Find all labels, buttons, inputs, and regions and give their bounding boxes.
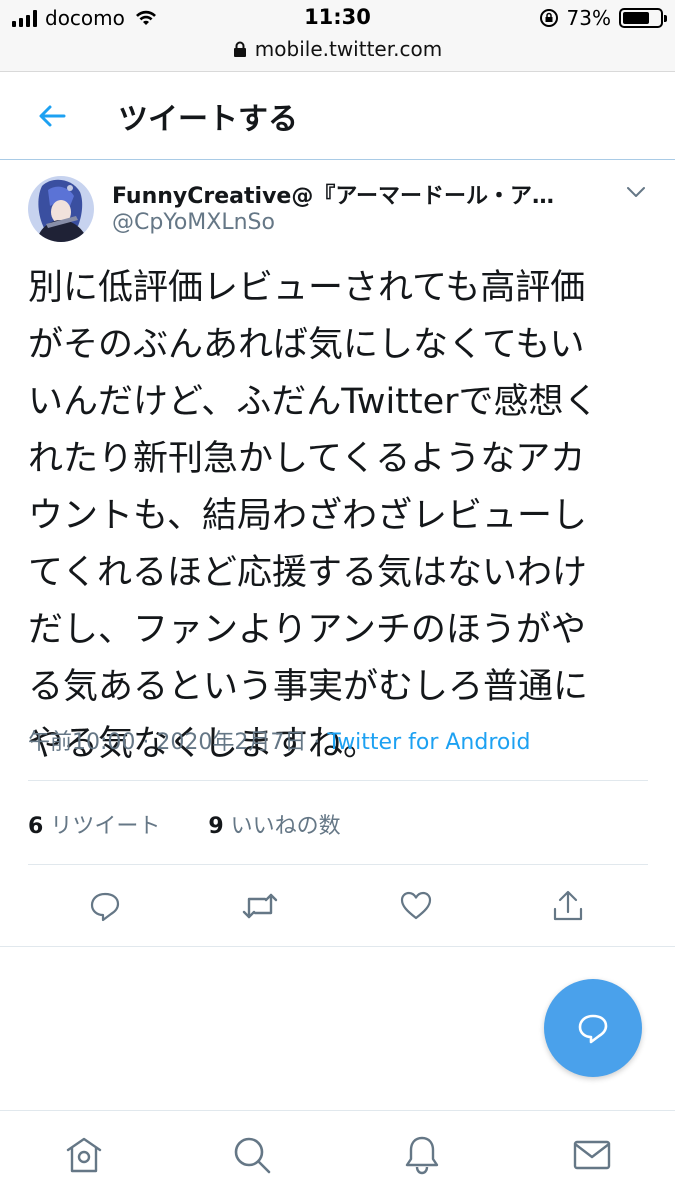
tweet-actions bbox=[28, 884, 648, 932]
bottom-navigation bbox=[0, 1110, 675, 1200]
meta-separator: · bbox=[313, 730, 321, 755]
divider bbox=[28, 780, 648, 781]
url-text: mobile.twitter.com bbox=[254, 37, 443, 61]
envelope-icon bbox=[573, 1140, 611, 1170]
orientation-lock-icon bbox=[539, 9, 558, 27]
like-button[interactable] bbox=[394, 884, 438, 928]
nav-home[interactable] bbox=[62, 1133, 106, 1177]
divider bbox=[0, 946, 675, 947]
lock-icon bbox=[233, 41, 246, 57]
tweet-author: FunnyCreative@『アーマードール・ア… @CpYoMXLnSo bbox=[28, 176, 648, 246]
heart-icon bbox=[400, 891, 432, 920]
url-bar[interactable]: mobile.twitter.com bbox=[0, 37, 675, 61]
tweet-text-line: てくれるほど応援する気はないわけ bbox=[28, 553, 587, 593]
retweet-button[interactable] bbox=[238, 884, 282, 928]
tweet-text: 別に低評価レビューされても高評価 がそのぶんあれば気にしなくてもい いんだけど、… bbox=[28, 260, 648, 773]
battery-icon bbox=[619, 8, 667, 28]
meta-separator: · bbox=[142, 730, 150, 755]
tweet-time[interactable]: 午前10:00 bbox=[28, 730, 135, 755]
divider bbox=[28, 864, 648, 865]
like-label: いいねの数 bbox=[230, 814, 341, 839]
retweet-stat[interactable]: 6 リツイート bbox=[28, 814, 160, 839]
tweet-text-line: る気あるという事実がむしろ普通に bbox=[28, 667, 589, 707]
author-handle[interactable]: @CpYoMXLnSo bbox=[112, 210, 275, 235]
avatar[interactable] bbox=[28, 176, 94, 242]
search-icon bbox=[234, 1137, 271, 1174]
battery-percent: 73% bbox=[566, 6, 611, 30]
retweet-icon bbox=[242, 893, 278, 919]
page-title: ツイートする bbox=[118, 102, 298, 137]
retweet-label: リツイート bbox=[50, 814, 161, 839]
home-icon bbox=[66, 1137, 102, 1173]
nav-search[interactable] bbox=[230, 1133, 274, 1177]
compose-icon bbox=[578, 1014, 608, 1044]
compose-reply-button[interactable] bbox=[544, 979, 642, 1077]
share-icon bbox=[553, 890, 583, 921]
status-right: 73% bbox=[539, 6, 667, 30]
chevron-down-icon bbox=[627, 187, 645, 197]
tweet-text-line: ウントも、結局わざわざレビューし bbox=[28, 496, 587, 536]
tweet-date[interactable]: 2020年2月7日 bbox=[156, 730, 306, 755]
tweet-meta: 午前10:00 · 2020年2月7日 · Twitter for Androi… bbox=[28, 724, 530, 756]
tweet-stats: 6 リツイート 9 いいねの数 bbox=[28, 808, 341, 840]
reply-button[interactable] bbox=[83, 884, 127, 928]
battery-level bbox=[623, 12, 650, 24]
back-button[interactable] bbox=[34, 98, 70, 134]
tweet-menu-button[interactable] bbox=[624, 180, 648, 204]
reply-icon bbox=[90, 892, 120, 922]
tweet-text-line: がそのぶんあれば気にしなくてもい bbox=[28, 325, 585, 365]
arrow-left-icon bbox=[39, 105, 66, 127]
page-header: ツイートする bbox=[0, 72, 675, 160]
nav-notifications[interactable] bbox=[400, 1133, 444, 1177]
tweet-source-link[interactable]: Twitter for Android bbox=[327, 730, 530, 755]
status-bar: docomo 11:30 73% mobile.twitter.com bbox=[0, 0, 675, 72]
tweet-text-line: だし、ファンよりアンチのほうがや bbox=[28, 610, 586, 650]
bell-icon bbox=[405, 1136, 439, 1175]
tweet-text-line: れたり新刊急かしてくるようなアカ bbox=[28, 439, 586, 479]
like-count: 9 bbox=[208, 814, 224, 839]
tweet-text-line: いんだけど、ふだんTwitterで感想く bbox=[28, 382, 599, 422]
share-button[interactable] bbox=[546, 884, 590, 928]
like-stat[interactable]: 9 いいねの数 bbox=[208, 814, 340, 839]
nav-messages[interactable] bbox=[570, 1133, 614, 1177]
author-name[interactable]: FunnyCreative@『アーマードール・ア… bbox=[112, 178, 592, 210]
retweet-count: 6 bbox=[28, 814, 44, 839]
tweet-text-line: 別に低評価レビューされても高評価 bbox=[28, 268, 586, 308]
